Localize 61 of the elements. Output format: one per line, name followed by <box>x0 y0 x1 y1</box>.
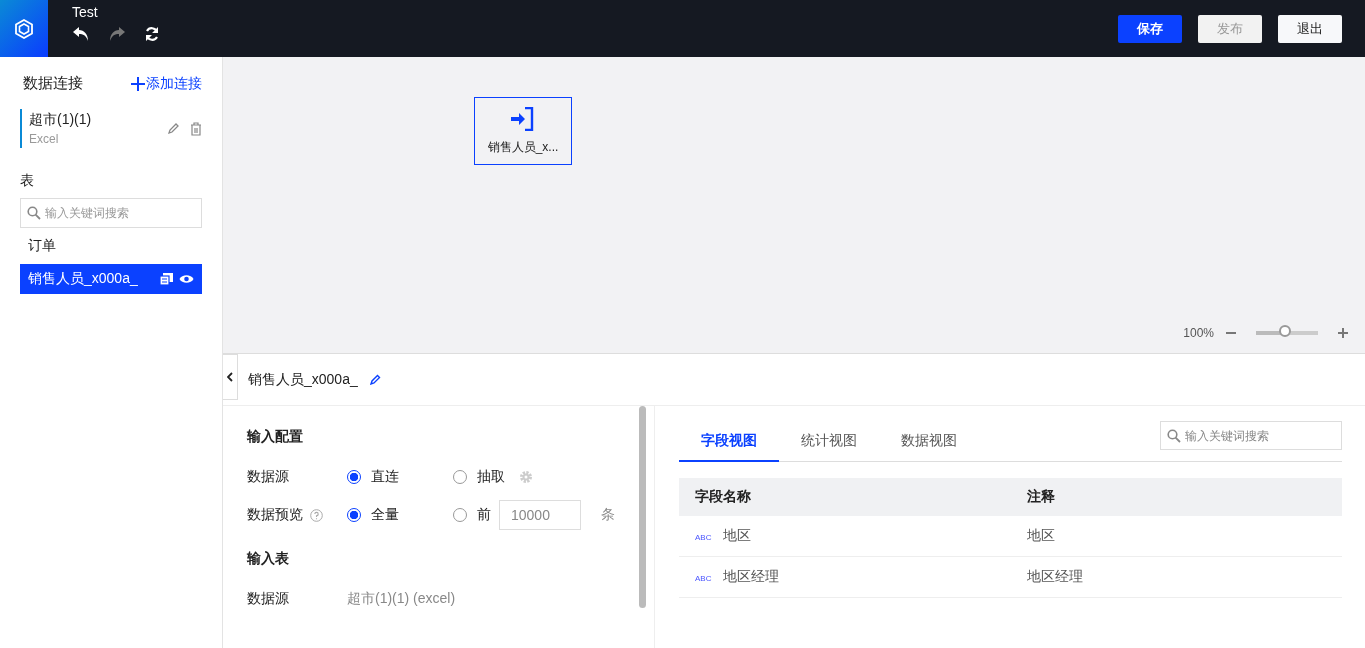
plus-icon <box>131 76 145 91</box>
connection-type: Excel <box>29 132 60 146</box>
field-label: 数据预览 <box>247 506 303 524</box>
radio-button[interactable] <box>347 470 361 484</box>
tables-label: 表 <box>20 172 35 190</box>
edit-icon[interactable] <box>168 121 180 134</box>
option-label: 全量 <box>371 506 399 524</box>
section-title: 输入表 <box>247 550 290 568</box>
logo-icon <box>14 18 34 39</box>
table-title: 销售人员_x000a_ <box>248 370 358 389</box>
option-label: 前 <box>477 506 491 524</box>
collapse-button[interactable] <box>223 354 238 400</box>
tab[interactable]: 数据视图 <box>879 421 979 462</box>
zoom-reading: 100% <box>1183 326 1214 340</box>
eye-icon[interactable] <box>179 273 194 285</box>
zoom-in-icon[interactable] <box>1338 328 1348 338</box>
section-title: 输入配置 <box>247 428 304 446</box>
trash-icon[interactable] <box>190 121 202 136</box>
add-connection-link[interactable]: 添加连接 <box>131 74 202 93</box>
save-button[interactable]: 保存 <box>1118 14 1182 43</box>
field-label: 数据源 <box>247 590 289 608</box>
column-header: 注释 <box>1010 478 1342 516</box>
table-item[interactable]: 销售人员_x000a_ <box>20 264 202 294</box>
undo-icon[interactable] <box>72 26 90 42</box>
node-label: 销售人员_x... <box>487 138 559 156</box>
connection-name: 超市(1)(1) <box>29 111 92 129</box>
table-cell: 地区经理 <box>723 568 780 584</box>
table-cell: 地区经理 <box>1010 556 1342 598</box>
tab[interactable]: 统计视图 <box>779 421 879 462</box>
field-value: 超市(1)(1) (excel) <box>347 590 456 608</box>
section-title: 数据连接 <box>23 74 83 93</box>
help-icon[interactable] <box>310 508 323 522</box>
slider-thumb[interactable] <box>1279 325 1291 337</box>
header-button[interactable]: 退出 <box>1278 14 1342 43</box>
unit-label: 条 <box>601 506 615 524</box>
connection-item[interactable]: 超市(1)(1) Excel <box>20 109 202 148</box>
option-label: 抽取 <box>477 468 505 486</box>
field-label: 数据源 <box>247 468 289 486</box>
project-title: Test <box>72 4 99 20</box>
limit-field[interactable]: 10000 <box>499 500 581 530</box>
refresh-icon[interactable] <box>144 26 160 42</box>
search-icon <box>1167 428 1181 443</box>
search-field[interactable]: 输入关键词搜索 <box>20 198 202 228</box>
chevron-left-icon <box>227 372 233 382</box>
copy-icon[interactable] <box>160 273 173 285</box>
option-label: 直连 <box>371 468 399 486</box>
search-icon <box>27 206 41 220</box>
field-type-label: ABC <box>695 533 712 542</box>
search-field[interactable]: 输入关键词搜索 <box>1160 421 1342 450</box>
radio-button[interactable] <box>347 508 361 522</box>
input-icon <box>510 106 536 131</box>
edit-icon[interactable] <box>369 374 381 385</box>
scrollbar-thumb[interactable] <box>639 406 646 608</box>
table-cell: 地区 <box>1010 516 1342 557</box>
table-node[interactable]: 销售人员_x... <box>474 97 572 165</box>
redo-icon[interactable] <box>108 26 126 42</box>
column-header: 字段名称 <box>679 478 1011 516</box>
table-cell: 地区 <box>723 527 752 543</box>
field-type-label: ABC <box>695 574 712 583</box>
tab[interactable]: 字段视图 <box>679 421 779 462</box>
table-item[interactable]: 订单 <box>20 231 202 261</box>
